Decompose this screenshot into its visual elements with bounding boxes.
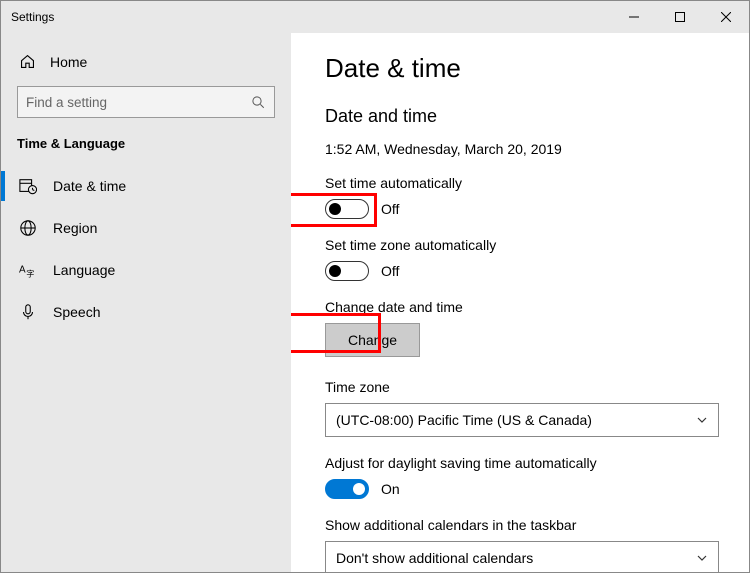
titlebar: Settings bbox=[1, 1, 749, 33]
sidebar: Home Time & Language Date & time bbox=[1, 33, 291, 572]
main-content: Date & time Date and time 1:52 AM, Wedne… bbox=[291, 33, 749, 572]
set-time-auto-toggle[interactable] bbox=[325, 199, 369, 219]
svg-text:字: 字 bbox=[26, 268, 34, 278]
set-tz-auto-label: Set time zone automatically bbox=[325, 237, 719, 253]
window-controls bbox=[611, 1, 749, 33]
dst-toggle[interactable] bbox=[325, 479, 369, 499]
timezone-label: Time zone bbox=[325, 379, 719, 395]
set-time-auto-label: Set time automatically bbox=[325, 175, 719, 191]
additional-calendars-dropdown[interactable]: Don't show additional calendars bbox=[325, 541, 719, 572]
date-time-heading: Date and time bbox=[325, 106, 719, 127]
sidebar-item-region[interactable]: Region bbox=[1, 207, 291, 249]
additional-calendars-value: Don't show additional calendars bbox=[336, 550, 533, 566]
sidebar-item-speech[interactable]: Speech bbox=[1, 291, 291, 333]
globe-icon bbox=[19, 219, 37, 237]
search-box[interactable] bbox=[17, 86, 275, 118]
sidebar-item-label: Language bbox=[53, 262, 115, 278]
current-datetime: 1:52 AM, Wednesday, March 20, 2019 bbox=[325, 141, 719, 157]
nav-home[interactable]: Home bbox=[1, 43, 291, 80]
set-time-auto-state: Off bbox=[381, 201, 399, 217]
window-title: Settings bbox=[11, 10, 54, 24]
sidebar-item-label: Region bbox=[53, 220, 97, 236]
nav-home-label: Home bbox=[50, 54, 87, 70]
sidebar-item-date-time[interactable]: Date & time bbox=[1, 165, 291, 207]
language-icon: A字 bbox=[19, 261, 37, 279]
annotation-arrow bbox=[291, 203, 309, 353]
timezone-dropdown[interactable]: (UTC-08:00) Pacific Time (US & Canada) bbox=[325, 403, 719, 437]
additional-calendars-label: Show additional calendars in the taskbar bbox=[325, 517, 719, 533]
sidebar-item-label: Date & time bbox=[53, 178, 126, 194]
sidebar-item-label: Speech bbox=[53, 304, 100, 320]
change-datetime-label: Change date and time bbox=[325, 299, 719, 315]
microphone-icon bbox=[19, 303, 37, 321]
chevron-down-icon bbox=[696, 552, 708, 564]
search-input[interactable] bbox=[26, 95, 251, 110]
change-button[interactable]: Change bbox=[325, 323, 420, 357]
chevron-down-icon bbox=[696, 414, 708, 426]
svg-text:A: A bbox=[19, 265, 26, 276]
set-tz-auto-toggle[interactable] bbox=[325, 261, 369, 281]
sidebar-item-language[interactable]: A字 Language bbox=[1, 249, 291, 291]
minimize-button[interactable] bbox=[611, 1, 657, 33]
dst-state: On bbox=[381, 481, 400, 497]
settings-window: Settings Home bbox=[0, 0, 750, 573]
calendar-clock-icon bbox=[19, 177, 37, 195]
sidebar-section-title: Time & Language bbox=[1, 130, 291, 165]
dst-label: Adjust for daylight saving time automati… bbox=[325, 455, 719, 471]
set-tz-auto-state: Off bbox=[381, 263, 399, 279]
maximize-button[interactable] bbox=[657, 1, 703, 33]
home-icon bbox=[19, 53, 36, 70]
page-title: Date & time bbox=[325, 53, 719, 84]
close-button[interactable] bbox=[703, 1, 749, 33]
timezone-value: (UTC-08:00) Pacific Time (US & Canada) bbox=[336, 412, 592, 428]
search-icon bbox=[251, 95, 266, 110]
